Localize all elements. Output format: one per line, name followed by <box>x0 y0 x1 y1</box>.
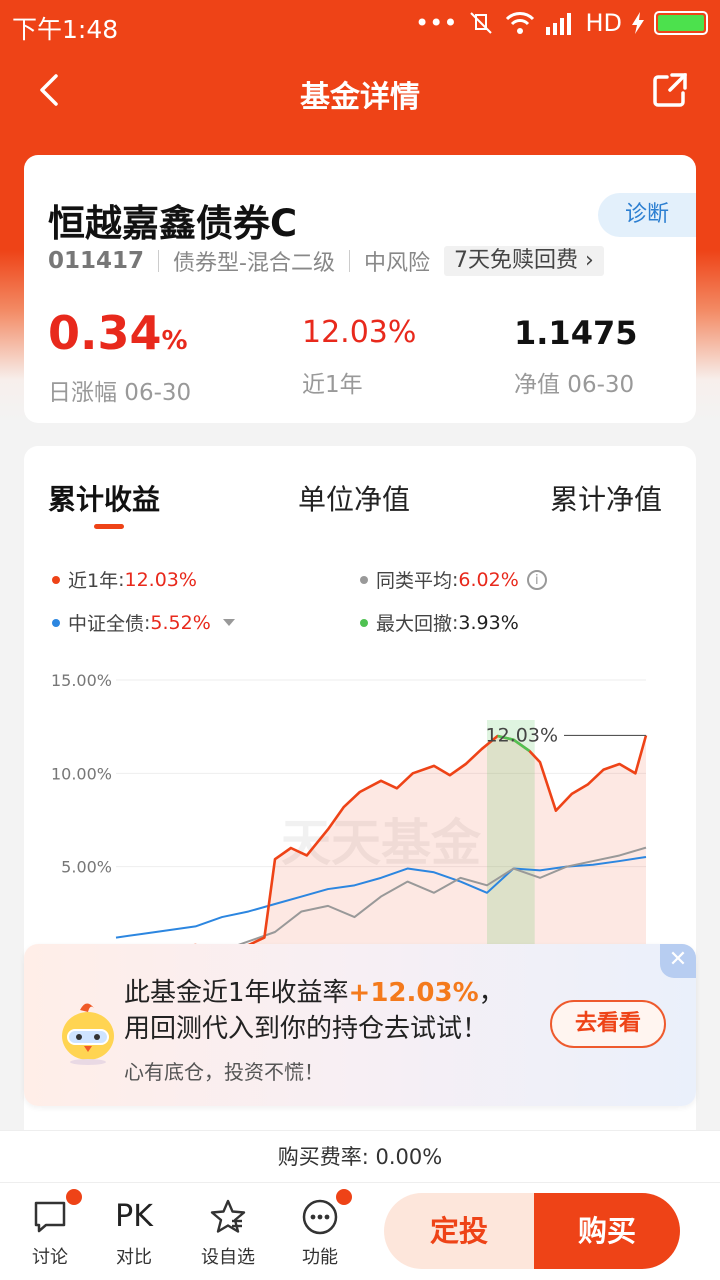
network-type: HD <box>585 9 622 37</box>
fee-tag-label: 7天免赎回费 <box>454 248 578 273</box>
notification-badge <box>66 1189 82 1205</box>
max-value-label: 12.03% <box>486 724 558 746</box>
nav-value: 1.1475 <box>514 314 638 352</box>
status-bar: 下午1:48 ••• HD <box>0 0 720 50</box>
page-title: 基金详情 <box>300 80 420 115</box>
more-icon <box>302 1199 338 1235</box>
diagnose-button[interactable]: 诊断 <box>598 193 696 237</box>
silent-icon <box>470 12 493 34</box>
battery-icon <box>654 11 708 35</box>
tab-unit-nav[interactable]: 单位净值 <box>298 478 410 518</box>
y-tick-label: 10.00% <box>51 764 112 783</box>
tab-cumulative-return[interactable]: 累计收益 <box>48 478 160 518</box>
legend-peer-value: 6.02% <box>458 568 519 591</box>
nav-stat: 1.1475 净值 06-30 <box>514 305 637 399</box>
caret-down-icon <box>222 619 235 626</box>
daily-change-stat: 0.34% 日涨幅 06-30 <box>48 305 191 407</box>
bottom-item-more[interactable]: 功能 <box>280 1189 360 1269</box>
drawdown-band <box>487 720 535 960</box>
legend-peer: 同类平均:6.02% i <box>360 566 547 593</box>
tab-indicator <box>94 524 124 529</box>
bottom-item-label: 讨论 <box>32 1247 68 1268</box>
daily-change-unit: % <box>161 326 188 356</box>
promo-return-highlight: +12.03% <box>348 978 479 1008</box>
buy-button[interactable]: 购买 <box>534 1193 680 1269</box>
mascot-chick-icon <box>62 1003 114 1065</box>
promo-line1-prefix: 此基金近1年收益率 <box>124 978 349 1008</box>
fee-tag[interactable]: 7天免赎回费 › <box>444 246 604 276</box>
y-tick-label: 5.00% <box>61 858 112 877</box>
info-icon[interactable]: i <box>526 569 547 590</box>
return-chart-svg: 15.00%10.00%5.00% 天天基金12.03% <box>51 671 648 960</box>
legend-fund: 近1年:12.03% <box>52 566 197 593</box>
bottom-item-discuss[interactable]: 讨论 <box>10 1189 90 1269</box>
legend-dot <box>360 575 368 584</box>
legend-dot <box>360 618 368 627</box>
notification-badge <box>336 1189 352 1205</box>
promo-line1-suffix: ， <box>478 978 505 1008</box>
promo-line1: 此基金近1年收益率+12.03%， <box>124 972 505 1009</box>
charging-icon <box>632 12 644 34</box>
status-icons: ••• HD <box>415 9 708 37</box>
return-chart[interactable]: 15.00% 10.00% 5.00% 天天基金 12.03% <box>24 660 696 990</box>
close-icon[interactable]: ✕ <box>660 944 696 978</box>
daily-change-label: 日涨幅 06-30 <box>48 380 192 406</box>
fund-risk: 中风险 <box>363 251 430 276</box>
nav-bar: 基金详情 <box>0 56 720 126</box>
divider <box>348 250 350 272</box>
legend-drawdown-name: 最大回撤 <box>376 613 453 635</box>
legend-index-value: 5.52% <box>150 611 211 634</box>
purchase-fee: 购买费率: 0.00% <box>0 1130 720 1182</box>
legend-dot <box>52 618 60 627</box>
bottom-action-bar: 讨论 PK 对比 设自选 功能 定投 购买 <box>0 1182 720 1280</box>
legend-drawdown: 最大回撤:3.93% <box>360 609 519 636</box>
status-time: 下午1:48 <box>12 15 119 44</box>
year-return-stat: 12.03% 近1年 <box>302 305 416 399</box>
y-tick-label: 15.00% <box>51 671 112 690</box>
auto-invest-button[interactable]: 定投 <box>384 1193 534 1269</box>
daily-change-value: 0.34 <box>48 306 162 360</box>
promo-line3: 心有底仓，投资不慌！ <box>124 1060 324 1084</box>
legend-fund-name: 近1年 <box>68 570 119 592</box>
promo-banner: ✕ 此基金近1年收益率+12.03%， 用回测代入到你的持仓去试试！ 心有底仓，… <box>24 944 696 1106</box>
legend-peer-name: 同类平均 <box>376 570 453 592</box>
year-return-value: 12.03% <box>302 315 417 350</box>
fund-code: 011417 <box>48 248 145 274</box>
fund-meta: 011417 债券型-混合二级 中风险 7天免赎回费 › <box>48 245 604 277</box>
fund-summary-card: 恒越嘉鑫债券C 诊断 011417 债券型-混合二级 中风险 7天免赎回费 › … <box>24 155 696 423</box>
fund-type: 债券型-混合二级 <box>173 251 335 276</box>
divider <box>158 250 160 272</box>
chat-icon <box>34 1201 66 1233</box>
bottom-item-label: 对比 <box>116 1247 152 1268</box>
star-icon <box>210 1199 246 1233</box>
bottom-item-compare[interactable]: PK 对比 <box>94 1197 174 1269</box>
pk-icon: PK <box>115 1199 153 1234</box>
legend-fund-value: 12.03% <box>124 568 197 591</box>
nav-label: 净值 06-30 <box>514 372 635 398</box>
bottom-item-label: 功能 <box>302 1247 338 1268</box>
bottom-item-watchlist[interactable]: 设自选 <box>188 1197 268 1269</box>
legend-index-name: 中证全债 <box>68 613 145 635</box>
wifi-icon <box>506 12 535 34</box>
fund-name: 恒越嘉鑫债券C <box>48 202 298 245</box>
legend-index[interactable]: 中证全债:5.52% <box>52 609 235 636</box>
legend-drawdown-value: 3.93% <box>458 611 519 634</box>
more-dots-icon: ••• <box>415 9 458 37</box>
share-icon[interactable] <box>650 70 690 110</box>
bottom-item-label: 设自选 <box>201 1247 255 1268</box>
legend-dot <box>52 575 60 584</box>
promo-view-button[interactable]: 去看看 <box>550 1000 666 1048</box>
year-return-label: 近1年 <box>302 372 363 398</box>
chevron-right-icon: › <box>585 248 594 273</box>
signal-icon <box>546 13 572 35</box>
promo-line2: 用回测代入到你的持仓去试试！ <box>124 1014 489 1044</box>
tab-cumulative-nav[interactable]: 累计净值 <box>550 478 662 518</box>
